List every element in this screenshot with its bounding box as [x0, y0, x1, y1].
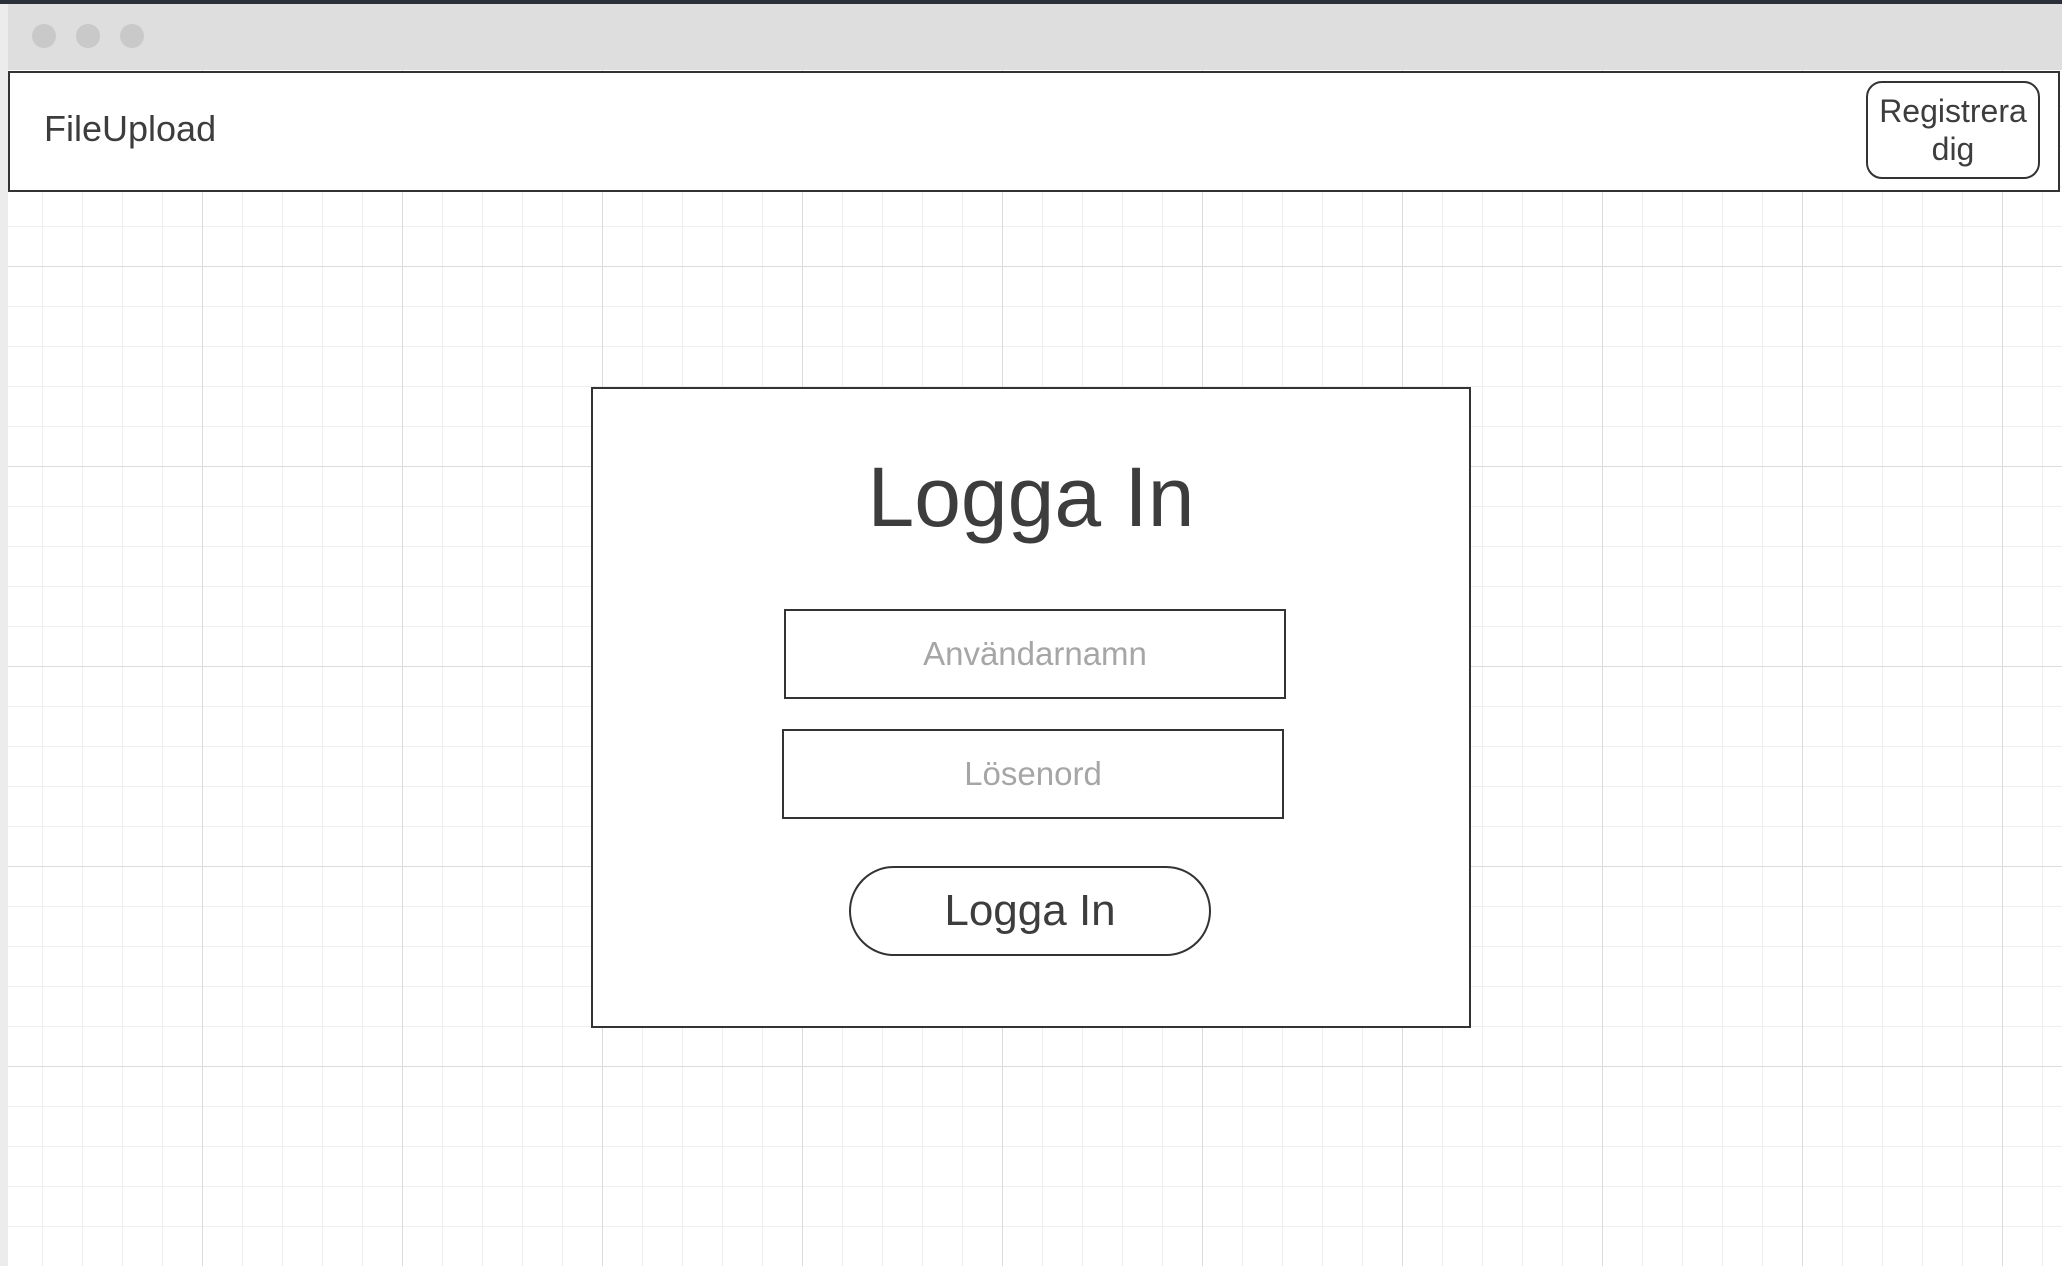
username-input[interactable]: [784, 609, 1286, 699]
login-card: Logga In Logga In: [591, 387, 1471, 1028]
register-button[interactable]: Registrera dig: [1866, 81, 2040, 179]
window-close-icon[interactable]: [32, 24, 56, 48]
login-button[interactable]: Logga In: [849, 866, 1211, 956]
brand-logo-text[interactable]: FileUpload: [44, 111, 216, 147]
login-title: Logga In: [867, 450, 1195, 544]
top-navbar: FileUpload Registrera dig: [8, 71, 2060, 192]
window-maximize-icon[interactable]: [120, 24, 144, 48]
window-titlebar: [8, 4, 2062, 70]
browser-window: FileUpload Registrera dig Logga In Logga…: [8, 4, 2062, 1266]
password-input[interactable]: [782, 729, 1284, 819]
window-minimize-icon[interactable]: [76, 24, 100, 48]
